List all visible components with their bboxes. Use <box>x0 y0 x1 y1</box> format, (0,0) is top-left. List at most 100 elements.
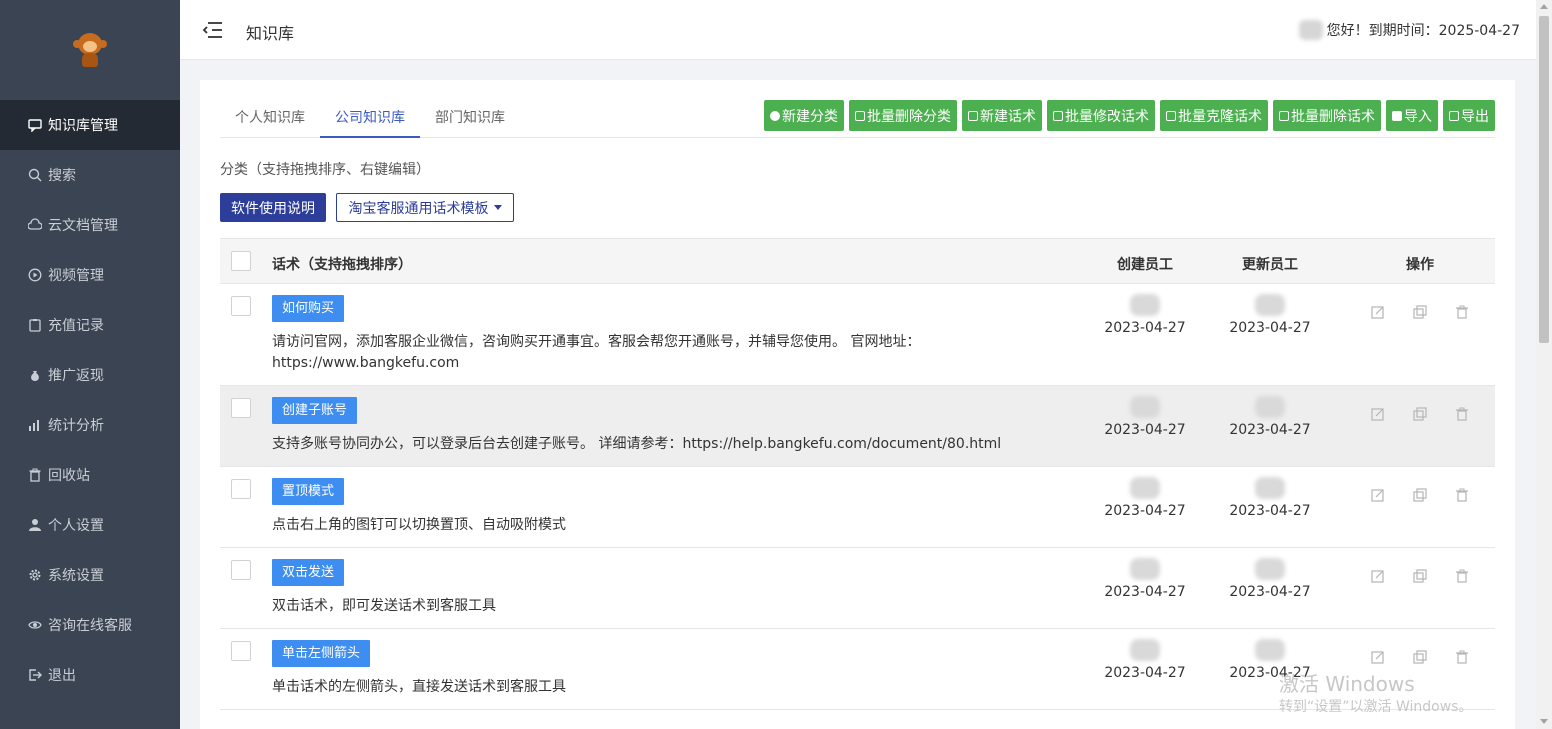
new-category-button[interactable]: 新建分类 <box>764 100 844 131</box>
eye-icon <box>28 618 42 632</box>
logo <box>0 0 180 100</box>
creator-cell: 2023-04-27 <box>1100 639 1190 681</box>
row-actions <box>1370 487 1470 503</box>
header-actions: 操作 <box>1406 257 1434 273</box>
sidebar-item-9[interactable]: 系统设置 <box>0 550 180 600</box>
delete-icon[interactable] <box>1454 568 1470 584</box>
created-date: 2023-04-27 <box>1104 422 1186 438</box>
header-creator: 创建员工 <box>1117 257 1173 273</box>
updater-name-blurred <box>1255 294 1285 316</box>
category-tag[interactable]: 如何购买 <box>272 295 345 322</box>
sidebar-item-11[interactable]: 退出 <box>0 650 180 700</box>
clone-icon[interactable] <box>1412 487 1428 503</box>
sidebar-item-0[interactable]: 知识库管理 <box>0 100 180 150</box>
import-button[interactable]: 导入 <box>1386 100 1438 131</box>
user-info[interactable]: 您好！到期时间：2025-04-27 <box>1298 20 1520 40</box>
sidebar-item-5[interactable]: 推广返现 <box>0 350 180 400</box>
edit-icon[interactable] <box>1370 649 1386 665</box>
gear-icon <box>28 568 42 582</box>
batch-delete-script-button[interactable]: 批量删除话术 <box>1273 100 1381 131</box>
updated-date: 2023-04-27 <box>1229 584 1311 600</box>
table-row[interactable]: 创建子账号支持多账号协同办公，可以登录后台去创建子账号。 详细请参考：https… <box>220 386 1495 467</box>
sidebar-item-8[interactable]: 个人设置 <box>0 500 180 550</box>
category-label: 分类（支持拖拽排序、右键编辑） <box>220 162 430 178</box>
sidebar-item-label: 推广返现 <box>48 368 104 384</box>
category-tag[interactable]: 创建子账号 <box>272 397 358 424</box>
delete-icon[interactable] <box>1454 304 1470 320</box>
script-content[interactable]: 请访问官网，添加客服企业微信，咨询购买开通事宜。客服会帮您开通账号，并辅导您使用… <box>272 332 1072 374</box>
script-content[interactable]: 双击话术，即可发送话术到客服工具 <box>272 596 1072 617</box>
updater-name-blurred <box>1255 477 1285 499</box>
table-row[interactable]: 双击发送双击话术，即可发送话术到客服工具 2023-04-27 2023-04-27 <box>220 548 1495 629</box>
edit-icon[interactable] <box>1370 487 1386 503</box>
clone-icon[interactable] <box>1412 406 1428 422</box>
menu-collapse-icon[interactable] <box>202 20 224 40</box>
row-checkbox[interactable] <box>231 398 251 418</box>
sidebar-item-10[interactable]: 咨询在线客服 <box>0 600 180 650</box>
edit-icon[interactable] <box>1370 304 1386 320</box>
sidebar-item-label: 视频管理 <box>48 268 104 284</box>
delete-icon[interactable] <box>1454 649 1470 665</box>
creator-name-blurred <box>1130 558 1160 580</box>
vertical-scrollbar[interactable] <box>1536 0 1552 729</box>
logout-icon <box>28 668 42 682</box>
scroll-down-icon[interactable] <box>1540 719 1548 724</box>
row-checkbox[interactable] <box>231 641 251 661</box>
tab-personal[interactable]: 个人知识库 <box>220 108 320 138</box>
script-content[interactable]: 单击话术的左侧箭头，直接发送话术到客服工具 <box>272 677 1072 698</box>
updater-cell: 2023-04-27 <box>1225 477 1315 519</box>
category-tag[interactable]: 双击发送 <box>272 559 345 586</box>
scroll-thumb[interactable] <box>1539 16 1549 343</box>
row-checkbox[interactable] <box>231 479 251 499</box>
sidebar-item-7[interactable]: 回收站 <box>0 450 180 500</box>
created-date: 2023-04-27 <box>1104 584 1186 600</box>
select-all-checkbox[interactable] <box>231 251 251 271</box>
category-tag[interactable]: 置顶模式 <box>272 478 345 505</box>
batch-edit-script-button[interactable]: 批量修改话术 <box>1047 100 1155 131</box>
table-row[interactable]: 置顶模式 点击右上角的图钉可以切换置顶、自动吸附模式 2023-04-27 2023-… <box>220 467 1495 548</box>
clone-icon[interactable] <box>1412 649 1428 665</box>
template-dropdown[interactable]: 淘宝客服通用话术模板 <box>336 193 514 222</box>
scroll-up-icon[interactable] <box>1540 4 1548 9</box>
sidebar-item-6[interactable]: 统计分析 <box>0 400 180 450</box>
clone-icon[interactable] <box>1412 304 1428 320</box>
sidebar-item-label: 知识库管理 <box>48 118 118 134</box>
chat-bubble-icon <box>28 118 42 132</box>
clipboard-icon <box>28 318 42 332</box>
tab-company[interactable]: 公司知识库 <box>320 108 420 138</box>
edit-icon[interactable] <box>1370 568 1386 584</box>
sidebar: 知识库管理搜索云文档管理视频管理充值记录推广返现统计分析 回收站 个人设置 系统设置咨… <box>0 0 180 729</box>
expiry-greeting: 您好！到期时间：2025-04-27 <box>1326 23 1520 39</box>
row-checkbox[interactable] <box>231 560 251 580</box>
batch-clone-script-button[interactable]: 批量克隆话术 <box>1160 100 1268 131</box>
edit-icon[interactable] <box>1370 406 1386 422</box>
new-script-button[interactable]: 新建话术 <box>962 100 1042 131</box>
export-button[interactable]: 导出 <box>1443 100 1495 131</box>
row-checkbox[interactable] <box>231 296 251 316</box>
category-tag[interactable]: 单击左侧箭头 <box>272 640 371 667</box>
sidebar-item-1[interactable]: 搜索 <box>0 150 180 200</box>
software-guide-button[interactable]: 软件使用说明 <box>220 193 326 222</box>
caret-down-icon <box>493 205 502 210</box>
tab-department[interactable]: 部门知识库 <box>420 108 520 138</box>
updater-cell: 2023-04-27 <box>1225 294 1315 336</box>
sidebar-item-4[interactable]: 充值记录 <box>0 300 180 350</box>
delete-icon[interactable] <box>1454 487 1470 503</box>
script-content[interactable]: 支持多账号协同办公，可以登录后台去创建子账号。 详细请参考：https://he… <box>272 434 1072 455</box>
batch-delete-category-button[interactable]: 批量删除分类 <box>849 100 957 131</box>
trash-icon <box>28 468 42 482</box>
sidebar-item-2[interactable]: 云文档管理 <box>0 200 180 250</box>
row-actions <box>1370 568 1470 584</box>
username-blurred <box>1298 20 1323 40</box>
clone-icon[interactable] <box>1412 568 1428 584</box>
script-table: 话术（支持拖拽排序） 创建员工 更新员工 操作 如何购买 请访问官网，添加客服企业… <box>220 238 1495 710</box>
script-content[interactable]: 点击右上角的图钉可以切换置顶、自动吸附模式 <box>272 515 1072 536</box>
monkey-logo-icon <box>72 31 108 69</box>
table-row[interactable]: 如何购买请访问官网，添加客服企业微信，咨询购买开通事宜。客服会帮您开通账号，并辅… <box>220 284 1495 386</box>
sidebar-item-label: 充值记录 <box>48 318 104 334</box>
delete-icon[interactable] <box>1454 406 1470 422</box>
sidebar-item-3[interactable]: 视频管理 <box>0 250 180 300</box>
sidebar-item-label: 退出 <box>48 668 76 684</box>
chart-icon <box>28 418 42 432</box>
sidebar-item-label: 搜索 <box>48 168 76 184</box>
